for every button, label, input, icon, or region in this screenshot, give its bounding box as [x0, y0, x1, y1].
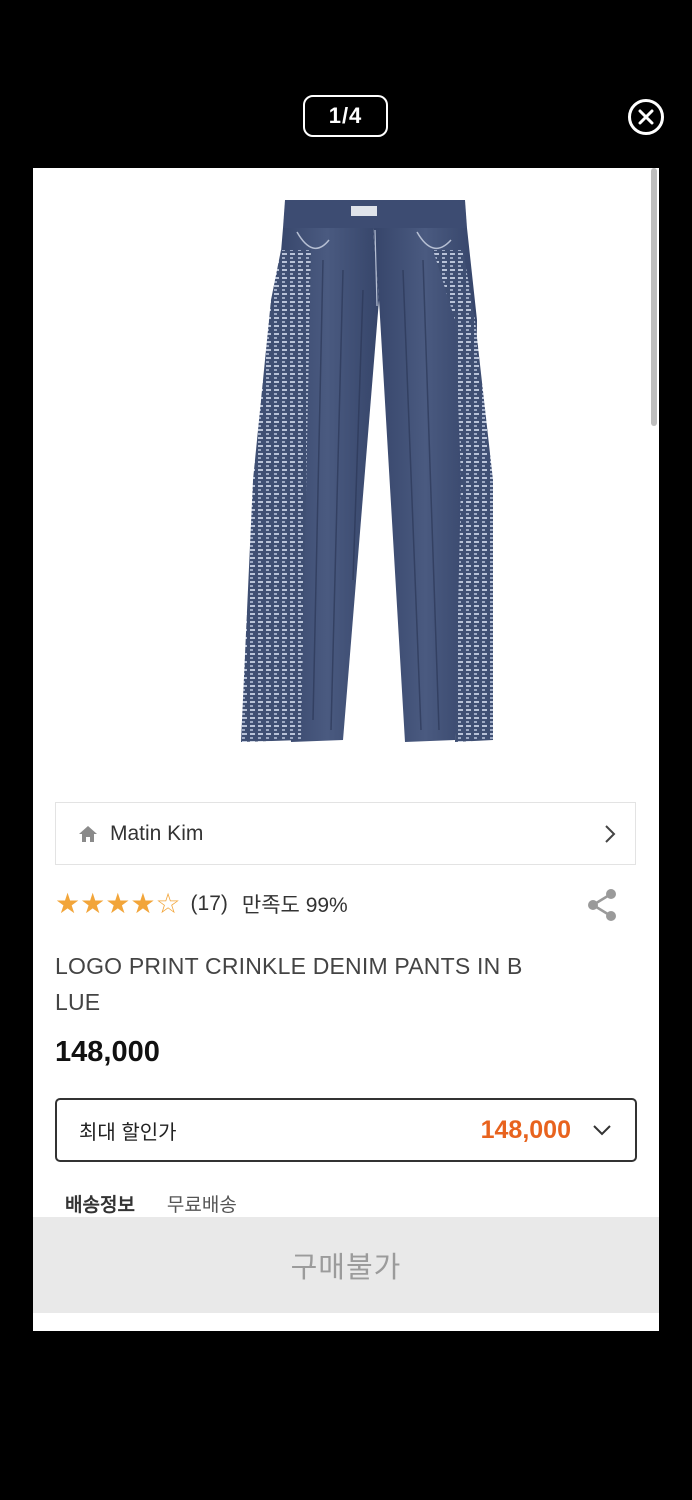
- star-icon: ★: [55, 888, 81, 919]
- review-count[interactable]: (17): [191, 892, 228, 916]
- product-price: 148,000: [55, 1036, 160, 1068]
- buy-button[interactable]: 구매불가: [33, 1217, 659, 1313]
- discount-label: 최대 할인가: [79, 1121, 177, 1144]
- brand-name: Matin Kim: [110, 821, 204, 845]
- satisfaction-rate: 만족도 99%: [241, 894, 348, 917]
- image-counter: 1/4: [303, 95, 388, 137]
- chevron-down-icon: [593, 1125, 611, 1136]
- discount-price: 148,000: [480, 1115, 571, 1144]
- shipping-info: 배송정보 무료배송: [65, 1190, 237, 1217]
- rating-row: ★ ★ ★ ★ ☆ (17) 만족도 99%: [55, 884, 625, 924]
- brand-link[interactable]: Matin Kim: [55, 802, 636, 865]
- star-icon: ★: [80, 888, 106, 919]
- product-image: [241, 200, 493, 742]
- product-title: LOGO PRINT CRINKLE DENIM PANTS IN B LUE: [55, 953, 523, 1015]
- shipping-value: 무료배송: [166, 1195, 237, 1216]
- scrollbar[interactable]: [651, 168, 657, 426]
- buy-button-label: 구매불가: [290, 1252, 402, 1284]
- max-discount-dropdown[interactable]: 최대 할인가 148,000: [55, 1098, 637, 1162]
- home-icon: [79, 825, 97, 842]
- shipping-label: 배송정보: [65, 1195, 135, 1216]
- star-icon: ★: [130, 888, 156, 919]
- close-button[interactable]: [628, 99, 664, 135]
- product-card: Matin Kim ★ ★ ★ ★ ☆ (17) 만족도 99% LOGO PR…: [33, 168, 659, 1331]
- star-icon: ★: [105, 888, 131, 919]
- chevron-right-icon: [605, 824, 616, 843]
- star-outline-icon: ☆: [155, 888, 181, 919]
- star-rating: ★ ★ ★ ★ ☆: [55, 890, 181, 918]
- share-icon[interactable]: [586, 888, 618, 922]
- close-icon: [638, 109, 654, 125]
